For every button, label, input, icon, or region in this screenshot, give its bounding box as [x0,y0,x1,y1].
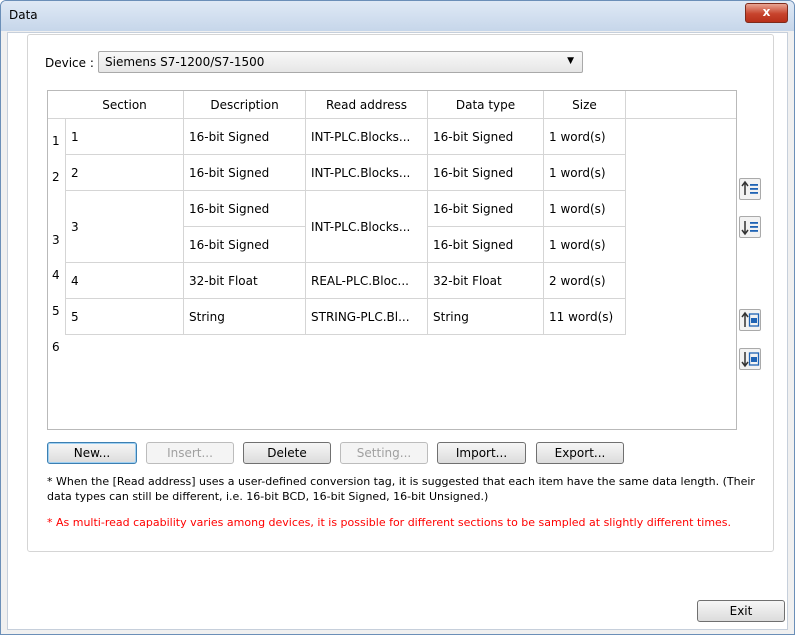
size-cell[interactable]: 1 word(s) [544,119,626,155]
multi-read-warning: * As multi-read capability varies among … [47,516,732,529]
data-type-cell[interactable]: 16-bit Signed [428,191,544,227]
read-address-cell[interactable]: STRING-PLC.Bl... [306,299,428,335]
insert-button[interactable]: Insert... [146,442,234,464]
export-button[interactable]: Export... [536,442,624,464]
title-bar[interactable]: Data x [1,1,794,31]
column-header-section[interactable]: Section [66,91,184,119]
row-number-header [48,91,66,119]
section-cell[interactable]: 1 [66,119,184,155]
exit-button[interactable]: Exit [697,600,785,622]
conversion-tag-note: * When the [Read address] uses a user-de… [47,475,755,503]
device-value: Siemens S7-1200/S7-1500 [105,55,265,69]
move-down-button[interactable] [739,216,761,238]
description-cell[interactable]: 16-bit Signed [184,119,306,155]
description-cell[interactable]: 32-bit Float [184,263,306,299]
window-title: Data [9,8,38,22]
data-type-cell[interactable]: 16-bit Signed [428,119,544,155]
read-address-cell[interactable]: INT-PLC.Blocks... [306,191,428,263]
section-cell[interactable]: 2 [66,155,184,191]
sections-table[interactable]: Section Description Read address Data ty… [47,90,737,430]
row-number[interactable]: 4 [48,266,64,284]
column-header-read-address[interactable]: Read address [306,91,428,119]
move-bottom-icon [741,352,760,368]
read-address-cell[interactable]: INT-PLC.Blocks... [306,119,428,155]
data-type-cell[interactable]: 32-bit Float [428,263,544,299]
import-button[interactable]: Import... [437,442,526,464]
move-top-button[interactable] [739,309,761,331]
move-up-icon [741,180,758,195]
read-address-cell[interactable]: INT-PLC.Blocks... [306,155,428,191]
size-cell[interactable]: 1 word(s) [544,227,626,263]
data-type-cell[interactable]: String [428,299,544,335]
row-number[interactable]: 2 [48,168,64,186]
row-number[interactable]: 3 [48,231,64,249]
column-header-size[interactable]: Size [544,91,626,119]
column-header-data-type[interactable]: Data type [428,91,544,119]
size-cell[interactable]: 1 word(s) [544,191,626,227]
section-cell[interactable]: 5 [66,299,184,335]
setting-button[interactable]: Setting... [340,442,428,464]
row-number[interactable]: 6 [48,338,64,356]
new-button[interactable]: New... [47,442,137,464]
size-cell[interactable]: 11 word(s) [544,299,626,335]
size-cell[interactable]: 1 word(s) [544,155,626,191]
chevron-down-icon: ▼ [567,56,574,66]
move-top-icon [741,311,760,327]
close-icon: x [762,5,771,19]
data-type-cell[interactable]: 16-bit Signed [428,227,544,263]
close-button[interactable]: x [745,3,788,23]
row-number[interactable]: 5 [48,302,64,320]
delete-button[interactable]: Delete [243,442,331,464]
description-cell[interactable]: 16-bit Signed [184,227,306,263]
move-bottom-button[interactable] [739,348,761,370]
move-up-button[interactable] [739,178,761,200]
section-cell[interactable]: 3 [66,191,184,263]
data-type-cell[interactable]: 16-bit Signed [428,155,544,191]
section-cell[interactable]: 4 [66,263,184,299]
data-dialog: Data x Device : Siemens S7-1200/S7-1500 … [0,0,795,635]
row-header-divider [65,119,66,335]
device-label: Device : [45,56,94,70]
description-cell[interactable]: 16-bit Signed [184,191,306,227]
description-cell[interactable]: String [184,299,306,335]
column-header-filler [626,91,736,119]
description-cell[interactable]: 16-bit Signed [184,155,306,191]
size-cell[interactable]: 2 word(s) [544,263,626,299]
read-address-cell[interactable]: REAL-PLC.Bloc... [306,263,428,299]
column-header-description[interactable]: Description [184,91,306,119]
move-down-icon [741,221,758,236]
row-number[interactable]: 1 [48,132,64,150]
device-dropdown[interactable]: Siemens S7-1200/S7-1500 ▼ [98,51,583,73]
